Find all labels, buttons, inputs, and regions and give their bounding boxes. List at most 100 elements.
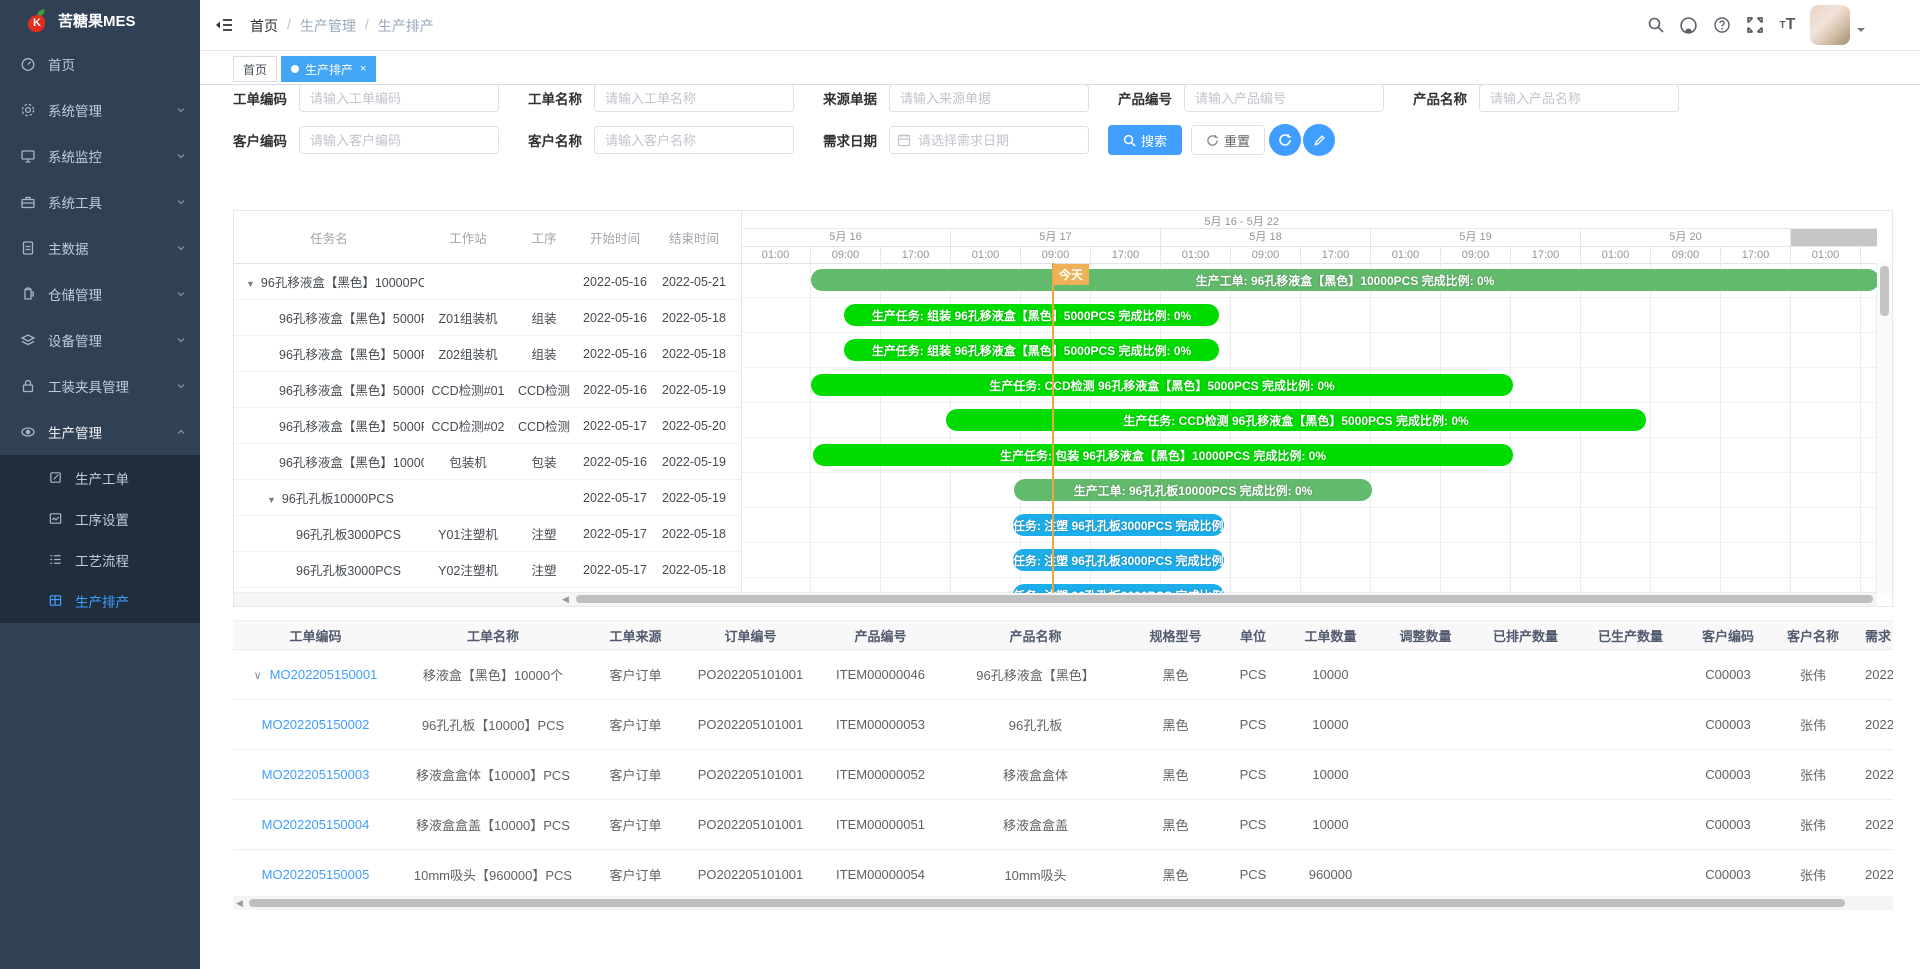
gantt-grid-row[interactable]: ▼96孔移液盒【黑色】5000PCS Z02组装机 组装 2022-05-16 … [234,336,741,372]
customer-name-input[interactable] [594,126,794,154]
table-horizontal-scrollbar[interactable]: ◀ [233,896,1893,910]
toolbox-icon [20,194,36,210]
task-name: 96孔孔板10000PCS [282,492,394,506]
scroll-left-icon[interactable]: ◀ [236,897,243,909]
gantt-bar[interactable]: 生产工单: 96孔孔板10000PCS 完成比例: 0% [1014,479,1372,501]
sidebar-item-master-data[interactable]: 主数据 [0,225,200,271]
collapse-triangle-icon[interactable]: ▼ [246,279,255,289]
work-order-link[interactable]: MO202205150003 [262,767,370,782]
gantt-bar[interactable]: 生产任务: 包装 96孔移液盒【黑色】10000PCS 完成比例: 0% [813,444,1513,466]
scrollbar-thumb[interactable] [1880,266,1889,316]
work-order-name-input[interactable] [594,84,794,112]
work-order-link[interactable]: MO202205150001 [270,667,378,682]
gantt-horizontal-scrollbar[interactable]: ◀ [234,592,1877,606]
app-logo[interactable]: K 苦糖果MES [0,0,200,41]
gantt-bar[interactable]: 生产任务: 注塑 96孔孔板3000PCS 完成比例: 0% [1013,584,1224,593]
submenu-item-process-flow[interactable]: 工艺流程 [0,539,200,580]
gantt-bar[interactable]: 生产任务: 注塑 96孔孔板3000PCS 完成比例: 0% [1013,549,1224,571]
submenu-item-process-settings[interactable]: 工序设置 [0,498,200,539]
expand-chevron-icon[interactable]: ∨ [254,670,262,682]
gantt-grid-row[interactable]: ▼96孔孔板3000PCS Y02注塑机 注塑 2022-05-17 2022-… [234,552,741,588]
table-row[interactable]: ∨MO202205150002 96孔孔板【10000】PCS 客户订单 PO2… [233,700,1893,750]
gantt-bar[interactable]: 生产任务: CCD检测 96孔移液盒【黑色】5000PCS 完成比例: 0% [946,409,1646,431]
table-row[interactable]: ∨MO202205150003 移液盒盒体【10000】PCS 客户订单 PO2… [233,750,1893,800]
work-order-link[interactable]: MO202205150004 [262,817,370,832]
end-time: 2022-05-21 [654,275,734,289]
gantt-bar[interactable]: 生产工单: 96孔移液盒【黑色】10000PCS 完成比例: 0% [811,269,1877,291]
search-icon[interactable] [1639,0,1672,50]
sidebar-toggle-icon[interactable] [214,15,234,35]
table-header-row: 工单编码工单名称工单来源订单编号产品编号产品名称规格型号单位工单数量调整数量已排… [233,621,1893,650]
reset-button[interactable]: 重置 [1191,125,1265,155]
customer-code: C00003 [1683,650,1773,700]
gantt-grid-row[interactable]: ▼96孔移液盒【黑色】10000PCS 包装机 包装 2022-05-16 20… [234,444,741,480]
work-order-code-input[interactable] [299,84,499,112]
table-row[interactable]: ∨MO202205150001 移液盒【黑色】10000个 客户订单 PO202… [233,650,1893,700]
product-code: ITEM00000053 [818,700,943,750]
gantt-grid-row[interactable]: ▼96孔移液盒【黑色】10000PCS 2022-05-16 2022-05-2… [234,264,741,300]
customer-code-input[interactable] [299,126,499,154]
filter-work-order-code: 工单编码 [233,84,499,112]
search-button[interactable]: 搜索 [1108,125,1182,155]
table-header-cell: 工单编码 [233,621,398,650]
sidebar-item-home[interactable]: 首页 [0,41,200,87]
sidebar-item-system-admin[interactable]: 系统管理 [0,87,200,133]
work-order-link[interactable]: MO202205150005 [262,867,370,882]
gantt-bar-label: 生产工单: 96孔孔板10000PCS 完成比例: 0% [1074,482,1313,499]
scrollbar-thumb[interactable] [576,595,1873,603]
gantt-grid-row[interactable]: ▼96孔移液盒【黑色】5000PCS CCD检测#02 CCD检测 2022-0… [234,408,741,444]
gantt-chart-row: 生产任务: 组装 96孔移液盒【黑色】5000PCS 完成比例: 0% [741,298,1877,333]
breadcrumb-home[interactable]: 首页 [250,16,278,36]
avatar[interactable] [1810,5,1850,45]
product-name: 96孔孔板 [943,700,1128,750]
gantt-grid-row[interactable]: ▼96孔移液盒【黑色】5000PCS CCD检测#01 CCD检测 2022-0… [234,372,741,408]
table-row[interactable]: ∨MO202205150005 10mm吸头【960000】PCS 客户订单 P… [233,850,1893,896]
sidebar-item-system-monitor[interactable]: 系统监控 [0,133,200,179]
gantt-bar[interactable]: 生产任务: CCD检测 96孔移液盒【黑色】5000PCS 完成比例: 0% [811,374,1513,396]
tag-home[interactable]: 首页 [233,56,277,82]
sidebar-item-system-tools[interactable]: 系统工具 [0,179,200,225]
caret-down-icon[interactable] [1857,28,1865,36]
breadcrumb-production[interactable]: 生产管理 [300,16,356,36]
task-name: 96孔孔板3000PCS [296,564,401,578]
adjusted-quantity [1378,750,1473,800]
scroll-left-icon[interactable]: ◀ [562,593,569,605]
edit-schedule-button[interactable] [1303,124,1335,156]
work-order-source: 客户订单 [588,700,683,750]
font-size-icon[interactable]: TT [1771,0,1804,50]
demand-date-input[interactable] [889,126,1089,154]
sidebar-item-warehouse[interactable]: 仓储管理 [0,271,200,317]
gantt-grid-row[interactable]: ▼96孔移液盒【黑色】5000PCS Z01组装机 组装 2022-05-16 … [234,300,741,336]
source-doc-input[interactable] [889,84,1089,112]
submenu-item-work-order[interactable]: 生产工单 [0,457,200,498]
gantt-bar[interactable]: 生产任务: 注塑 96孔孔板3000PCS 完成比例: 0% [1013,514,1224,536]
gantt-bar[interactable]: 生产任务: 组装 96孔移液盒【黑色】5000PCS 完成比例: 0% [844,304,1219,326]
product-name-input[interactable] [1479,84,1679,112]
collapse-triangle-icon[interactable]: ▼ [267,495,276,505]
github-icon[interactable] [1672,0,1705,50]
app-title: 苦糖果MES [58,10,136,31]
gantt-bar-label: 生产任务: 组装 96孔移液盒【黑色】5000PCS 完成比例: 0% [872,307,1191,324]
gantt-grid-row[interactable]: ▼96孔孔板10000PCS 2022-05-17 2022-05-19 [234,480,741,516]
end-time: 2022-05-19 [654,383,734,397]
tag-production-scheduling[interactable]: 生产排产 × [281,56,376,82]
scrollbar-thumb[interactable] [249,899,1845,907]
gantt-bar[interactable]: 生产任务: 组装 96孔移液盒【黑色】5000PCS 完成比例: 0% [844,339,1219,361]
close-tab-icon[interactable]: × [360,63,366,75]
sidebar-item-equipment[interactable]: 设备管理 [0,317,200,363]
sidebar-item-production[interactable]: 生产管理 [0,409,200,455]
sync-icon [1278,133,1292,147]
fullscreen-icon[interactable] [1738,0,1771,50]
gantt-grid-row[interactable]: ▼96孔孔板3000PCS Y01注塑机 注塑 2022-05-17 2022-… [234,516,741,552]
product-code-input[interactable] [1184,84,1384,112]
sidebar-item-fixtures[interactable]: 工装夹具管理 [0,363,200,409]
workstation: Z01组装机 [424,308,512,327]
submenu-item-production-scheduling[interactable]: 生产排产 [0,580,200,621]
help-icon[interactable] [1705,0,1738,50]
table-row[interactable]: ∨MO202205150004 移液盒盒盖【10000】PCS 客户订单 PO2… [233,800,1893,850]
scheduled-quantity [1473,850,1578,896]
work-order-link[interactable]: MO202205150002 [262,717,370,732]
process: 包装 [512,452,576,471]
gantt-vertical-scrollbar[interactable] [1876,263,1892,593]
refresh-gantt-button[interactable] [1269,124,1301,156]
